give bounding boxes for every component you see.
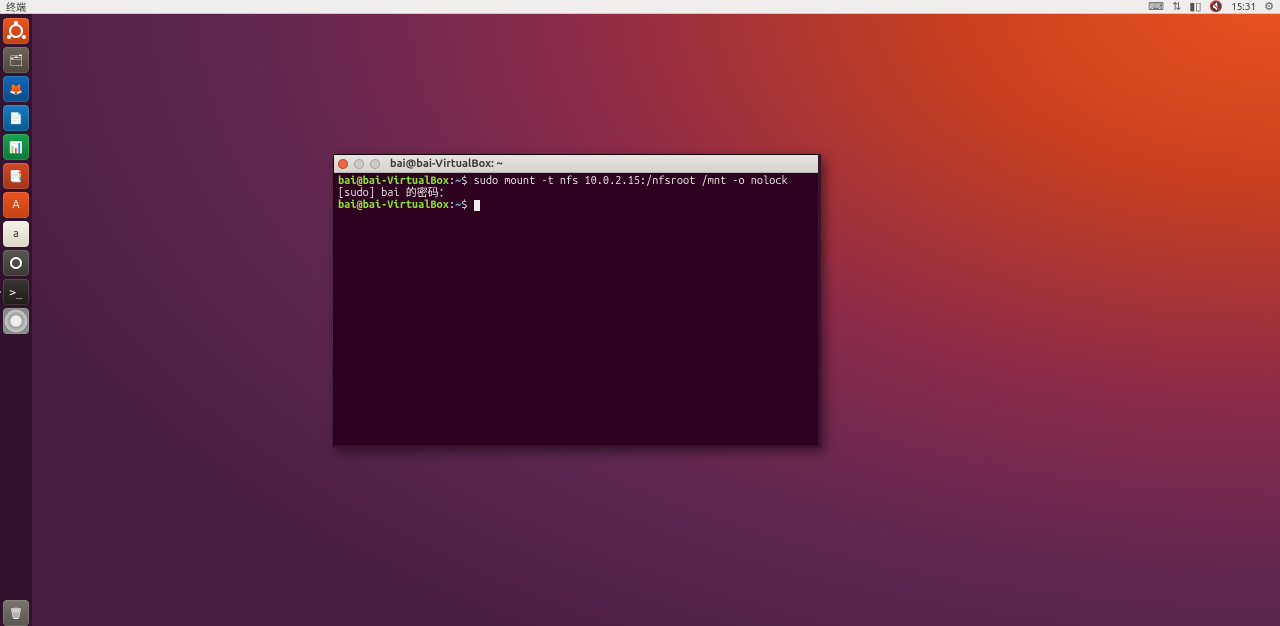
top-menubar: 终端 ⌨ ⇅ ▮▯ 🔇 15:31 ⚙ xyxy=(0,0,1280,14)
software-icon: A xyxy=(12,199,19,211)
terminal-body[interactable]: bai@bai-VirtualBox:~$ sudo mount -t nfs … xyxy=(334,173,818,445)
window-minimize-button[interactable] xyxy=(354,159,364,169)
launcher-firefox[interactable]: 🦊 xyxy=(3,76,29,102)
writer-icon: 📄 xyxy=(9,112,23,125)
launcher-files[interactable]: 🗂 xyxy=(3,47,29,73)
launcher-disc[interactable] xyxy=(3,308,29,334)
terminal-output: [sudo] bai 的密码： xyxy=(338,187,450,199)
system-tray: ⌨ ⇅ ▮▯ 🔇 15:31 ⚙ xyxy=(1148,0,1280,13)
prompt-user: bai@bai-VirtualBox xyxy=(338,175,449,187)
launcher-calc[interactable]: 📊 xyxy=(3,134,29,160)
terminal-title: bai@bai-VirtualBox: ~ xyxy=(390,158,503,170)
launcher-impress[interactable]: 📑 xyxy=(3,163,29,189)
terminal-window[interactable]: bai@bai-VirtualBox: ~ bai@bai-VirtualBox… xyxy=(333,154,821,448)
firefox-icon: 🦊 xyxy=(9,83,23,96)
launcher-trash[interactable]: 🗑 xyxy=(3,600,29,626)
window-maximize-button[interactable] xyxy=(370,159,380,169)
launcher-ubuntu-dash[interactable] xyxy=(3,18,29,44)
clock[interactable]: 15:31 xyxy=(1231,1,1256,12)
menubar-app-title: 终端 xyxy=(6,0,26,14)
files-icon: 🗂 xyxy=(9,54,23,67)
ubuntu-logo-icon xyxy=(7,22,25,40)
trash-icon: 🗑 xyxy=(9,607,23,620)
launcher-amazon[interactable]: a xyxy=(3,221,29,247)
terminal-titlebar[interactable]: bai@bai-VirtualBox: ~ xyxy=(334,155,818,173)
network-icon[interactable]: ⇅ xyxy=(1172,0,1181,13)
window-close-button[interactable] xyxy=(338,159,348,169)
command-text: sudo mount -t nfs 10.0.2.15:/nfsroot /mn… xyxy=(474,175,788,187)
launcher-terminal[interactable]: >_ xyxy=(3,279,29,305)
calc-icon: 📊 xyxy=(9,141,23,154)
sound-mute-icon[interactable]: 🔇 xyxy=(1209,0,1223,13)
impress-icon: 📑 xyxy=(9,170,23,183)
running-indicator-icon xyxy=(0,288,1,296)
terminal-cursor xyxy=(474,200,480,211)
prompt-user: bai@bai-VirtualBox xyxy=(338,199,449,211)
gear-icon xyxy=(10,257,22,269)
launcher-writer[interactable]: 📄 xyxy=(3,105,29,131)
launcher-software[interactable]: A xyxy=(3,192,29,218)
terminal-icon: >_ xyxy=(9,286,22,299)
battery-icon[interactable]: ▮▯ xyxy=(1189,0,1201,13)
amazon-icon: a xyxy=(13,228,19,240)
unity-launcher: 🗂 🦊 📄 📊 📑 A a >_ 🗑 xyxy=(0,14,32,626)
keyboard-icon[interactable]: ⌨ xyxy=(1148,0,1164,13)
settings-gear-icon[interactable]: ⚙ xyxy=(1264,0,1274,13)
launcher-settings[interactable] xyxy=(3,250,29,276)
